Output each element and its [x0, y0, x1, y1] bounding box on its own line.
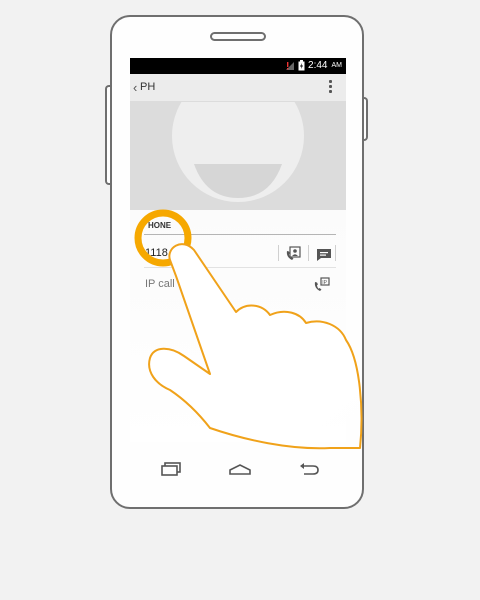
row-divider — [308, 245, 309, 261]
battery-charging-icon — [298, 60, 305, 71]
row-divider — [278, 245, 279, 261]
ip-call-row[interactable]: IP call IP — [144, 272, 336, 298]
action-bar: ‹ PH — [130, 74, 346, 102]
section-divider — [144, 234, 336, 235]
navigation-bar — [110, 458, 364, 488]
phone-screen: 2:44 AM ‹ PH HONE 1118 IP call IP — [130, 58, 346, 442]
phone-number[interactable]: 1118 — [145, 247, 168, 259]
earpiece-speaker — [210, 32, 266, 41]
status-ampm: AM — [331, 62, 343, 69]
call-icon[interactable] — [284, 245, 304, 263]
ip-call-icon[interactable]: IP — [312, 276, 332, 294]
row-divider — [335, 245, 336, 261]
overflow-menu-icon[interactable] — [329, 80, 332, 95]
svg-text:IP: IP — [322, 280, 327, 286]
message-icon[interactable] — [314, 245, 334, 263]
home-icon[interactable] — [228, 462, 252, 481]
recent-apps-icon[interactable] — [160, 462, 182, 481]
status-bar: 2:44 AM — [130, 58, 346, 74]
back-arrow-icon[interactable] — [298, 462, 320, 481]
phone-number-row[interactable]: 1118 — [144, 241, 336, 268]
status-time: 2:44 — [308, 60, 328, 71]
contact-photo — [130, 102, 346, 210]
section-label-phone: HONE — [148, 221, 172, 230]
signal-off-icon — [286, 61, 295, 70]
ip-call-label[interactable]: IP call — [145, 278, 175, 290]
default-avatar-icon — [172, 102, 304, 202]
chevron-left-icon[interactable]: ‹ — [133, 80, 137, 95]
contact-name[interactable]: PH — [140, 81, 155, 93]
